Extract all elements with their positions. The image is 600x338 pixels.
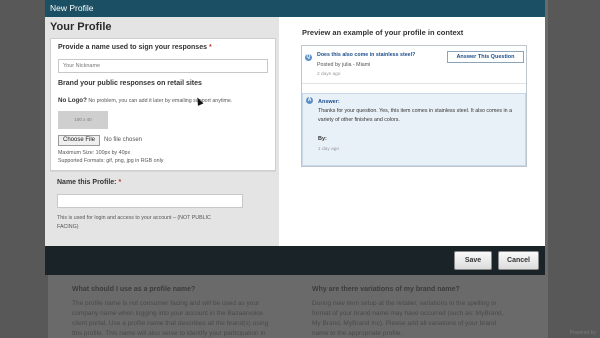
question-icon: Q [305, 54, 312, 61]
profile-name-help-2: FACING) [57, 224, 79, 230]
save-button[interactable]: Save [454, 251, 492, 270]
modal-body: Your Profile Provide a name used to sign… [45, 17, 545, 246]
answer-question-button[interactable]: Answer This Question [447, 51, 524, 63]
profile-name-help-1: This is used for login and access to you… [57, 215, 211, 221]
profile-form-column: Your Profile Provide a name used to sign… [45, 17, 279, 246]
answer-label: Answer: [318, 99, 340, 105]
bg-left-column: What should I use as a profile name? The… [72, 285, 287, 338]
preview-box: Q Does this also come in stainless steel… [301, 45, 527, 167]
new-profile-modal: New Profile Your Profile Provide a name … [45, 0, 545, 275]
bg-left-line: client portal. Use a profile name that d… [72, 320, 269, 327]
supported-formats-text: Supported Formats: gif, png, jpg in RGB … [58, 158, 164, 164]
no-logo-bold: No Logo? [58, 97, 87, 104]
nickname-input[interactable] [58, 59, 268, 73]
modal-title: New Profile [50, 3, 94, 13]
modal-header: New Profile [45, 0, 545, 17]
nickname-label-text: Provide a name used to sign your respons… [58, 44, 207, 51]
brand-responses-label: Brand your public responses on retail si… [58, 80, 202, 87]
no-logo-text: No problem, you can add it later by emai… [88, 98, 233, 104]
question-row: Q Does this also come in stainless steel… [302, 46, 526, 84]
profile-name-label-text: Name this Profile: [57, 179, 117, 186]
modal-footer: Save Cancel [45, 246, 545, 275]
nickname-label: Provide a name used to sign your respons… [58, 44, 212, 51]
answer-icon: A [306, 97, 313, 104]
bg-left-line: this profile. This name will also serve … [72, 330, 266, 337]
no-file-chosen-text: No file chosen [104, 137, 143, 143]
page-title: Your Profile [50, 21, 112, 33]
answer-age: 1 day ago [318, 147, 340, 152]
no-logo-note: No Logo? No problem, you can add it late… [58, 97, 232, 104]
preview-column: Preview an example of your profile in co… [279, 17, 545, 246]
answer-box: A Answer: Thanks for your question. Yes,… [302, 93, 526, 166]
bg-right-line: During new item setup at the retailer, v… [312, 300, 497, 307]
bg-right-line: format of your brand name may have occur… [312, 310, 504, 317]
bg-left-line: company name when logging into your acco… [72, 310, 264, 317]
required-mark: * [208, 44, 212, 51]
bg-left-line: The profile name is not consumer facing … [72, 300, 260, 307]
powered-by-label: Powered by [569, 330, 596, 336]
bg-right-heading: Why are there variations of my brand nam… [312, 286, 460, 293]
required-mark: * [118, 179, 122, 186]
bg-right-line: My Brand, MyBrand Inc). Please add all v… [312, 320, 497, 327]
bg-right-line: name to the appropriate profile. [312, 330, 403, 337]
preview-title: Preview an example of your profile in co… [302, 28, 464, 37]
choose-file-button[interactable]: Choose File [58, 135, 101, 146]
cancel-button[interactable]: Cancel [498, 251, 539, 270]
logo-placeholder: 100 x 40 [58, 111, 108, 129]
answer-text: Thanks for your question. Yes, this item… [318, 108, 513, 123]
question-age: 2 days ago [317, 72, 341, 77]
max-size-text: Maximum Size: 100px by 40px [58, 150, 131, 156]
bg-right-column: Why are there variations of my brand nam… [312, 285, 527, 338]
profile-form-card: Provide a name used to sign your respons… [50, 38, 276, 171]
profile-name-input[interactable] [57, 194, 243, 208]
answer-by-label: By: [318, 136, 327, 142]
question-text: Does this also come in stainless steel? [317, 52, 416, 58]
bg-left-heading: What should I use as a profile name? [72, 286, 196, 293]
profile-name-label: Name this Profile: * [57, 179, 121, 186]
question-posted-by: Posted by julia - Miami [317, 62, 371, 68]
section-divider [50, 171, 276, 172]
